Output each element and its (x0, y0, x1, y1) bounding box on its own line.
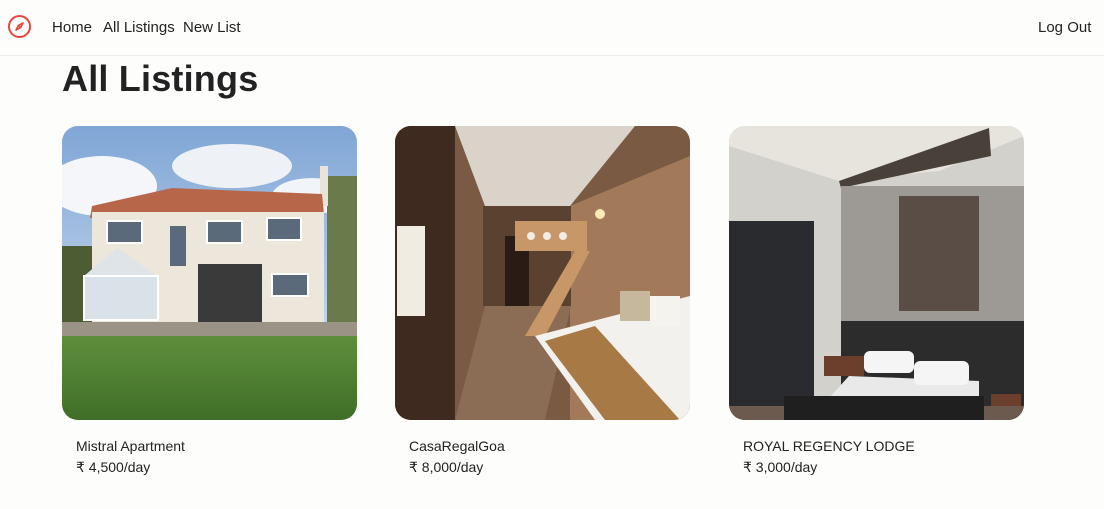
listing-title[interactable]: Mistral Apartment (76, 438, 185, 454)
house-exterior-photo[interactable] (62, 126, 357, 420)
listing-card[interactable]: ROYAL REGENCY LODGE ₹ 3,000/day (729, 126, 1024, 475)
listing-card[interactable]: CasaRegalGoa ₹ 8,000/day (395, 126, 690, 475)
listing-card[interactable]: Mistral Apartment ₹ 4,500/day (62, 126, 357, 475)
nav-all-listings-link[interactable]: All Listings (103, 19, 175, 36)
logout-link[interactable]: Log Out (1038, 19, 1091, 36)
listing-title[interactable]: CasaRegalGoa (409, 438, 505, 454)
nav-home-link[interactable]: Home (52, 19, 92, 36)
listing-price: ₹ 4,500/day (76, 459, 151, 475)
modern-bedroom-photo[interactable] (729, 126, 1024, 420)
compass-icon[interactable] (8, 15, 31, 38)
nav-new-list-link[interactable]: New List (183, 19, 241, 36)
page-title: All Listings (62, 58, 259, 99)
listing-price: ₹ 3,000/day (743, 459, 818, 475)
listing-title[interactable]: ROYAL REGENCY LODGE (743, 438, 915, 454)
navbar: Home All Listings New List Log Out (0, 0, 1104, 56)
bunk-bedroom-photo[interactable] (395, 126, 690, 420)
listing-price: ₹ 8,000/day (409, 459, 484, 475)
